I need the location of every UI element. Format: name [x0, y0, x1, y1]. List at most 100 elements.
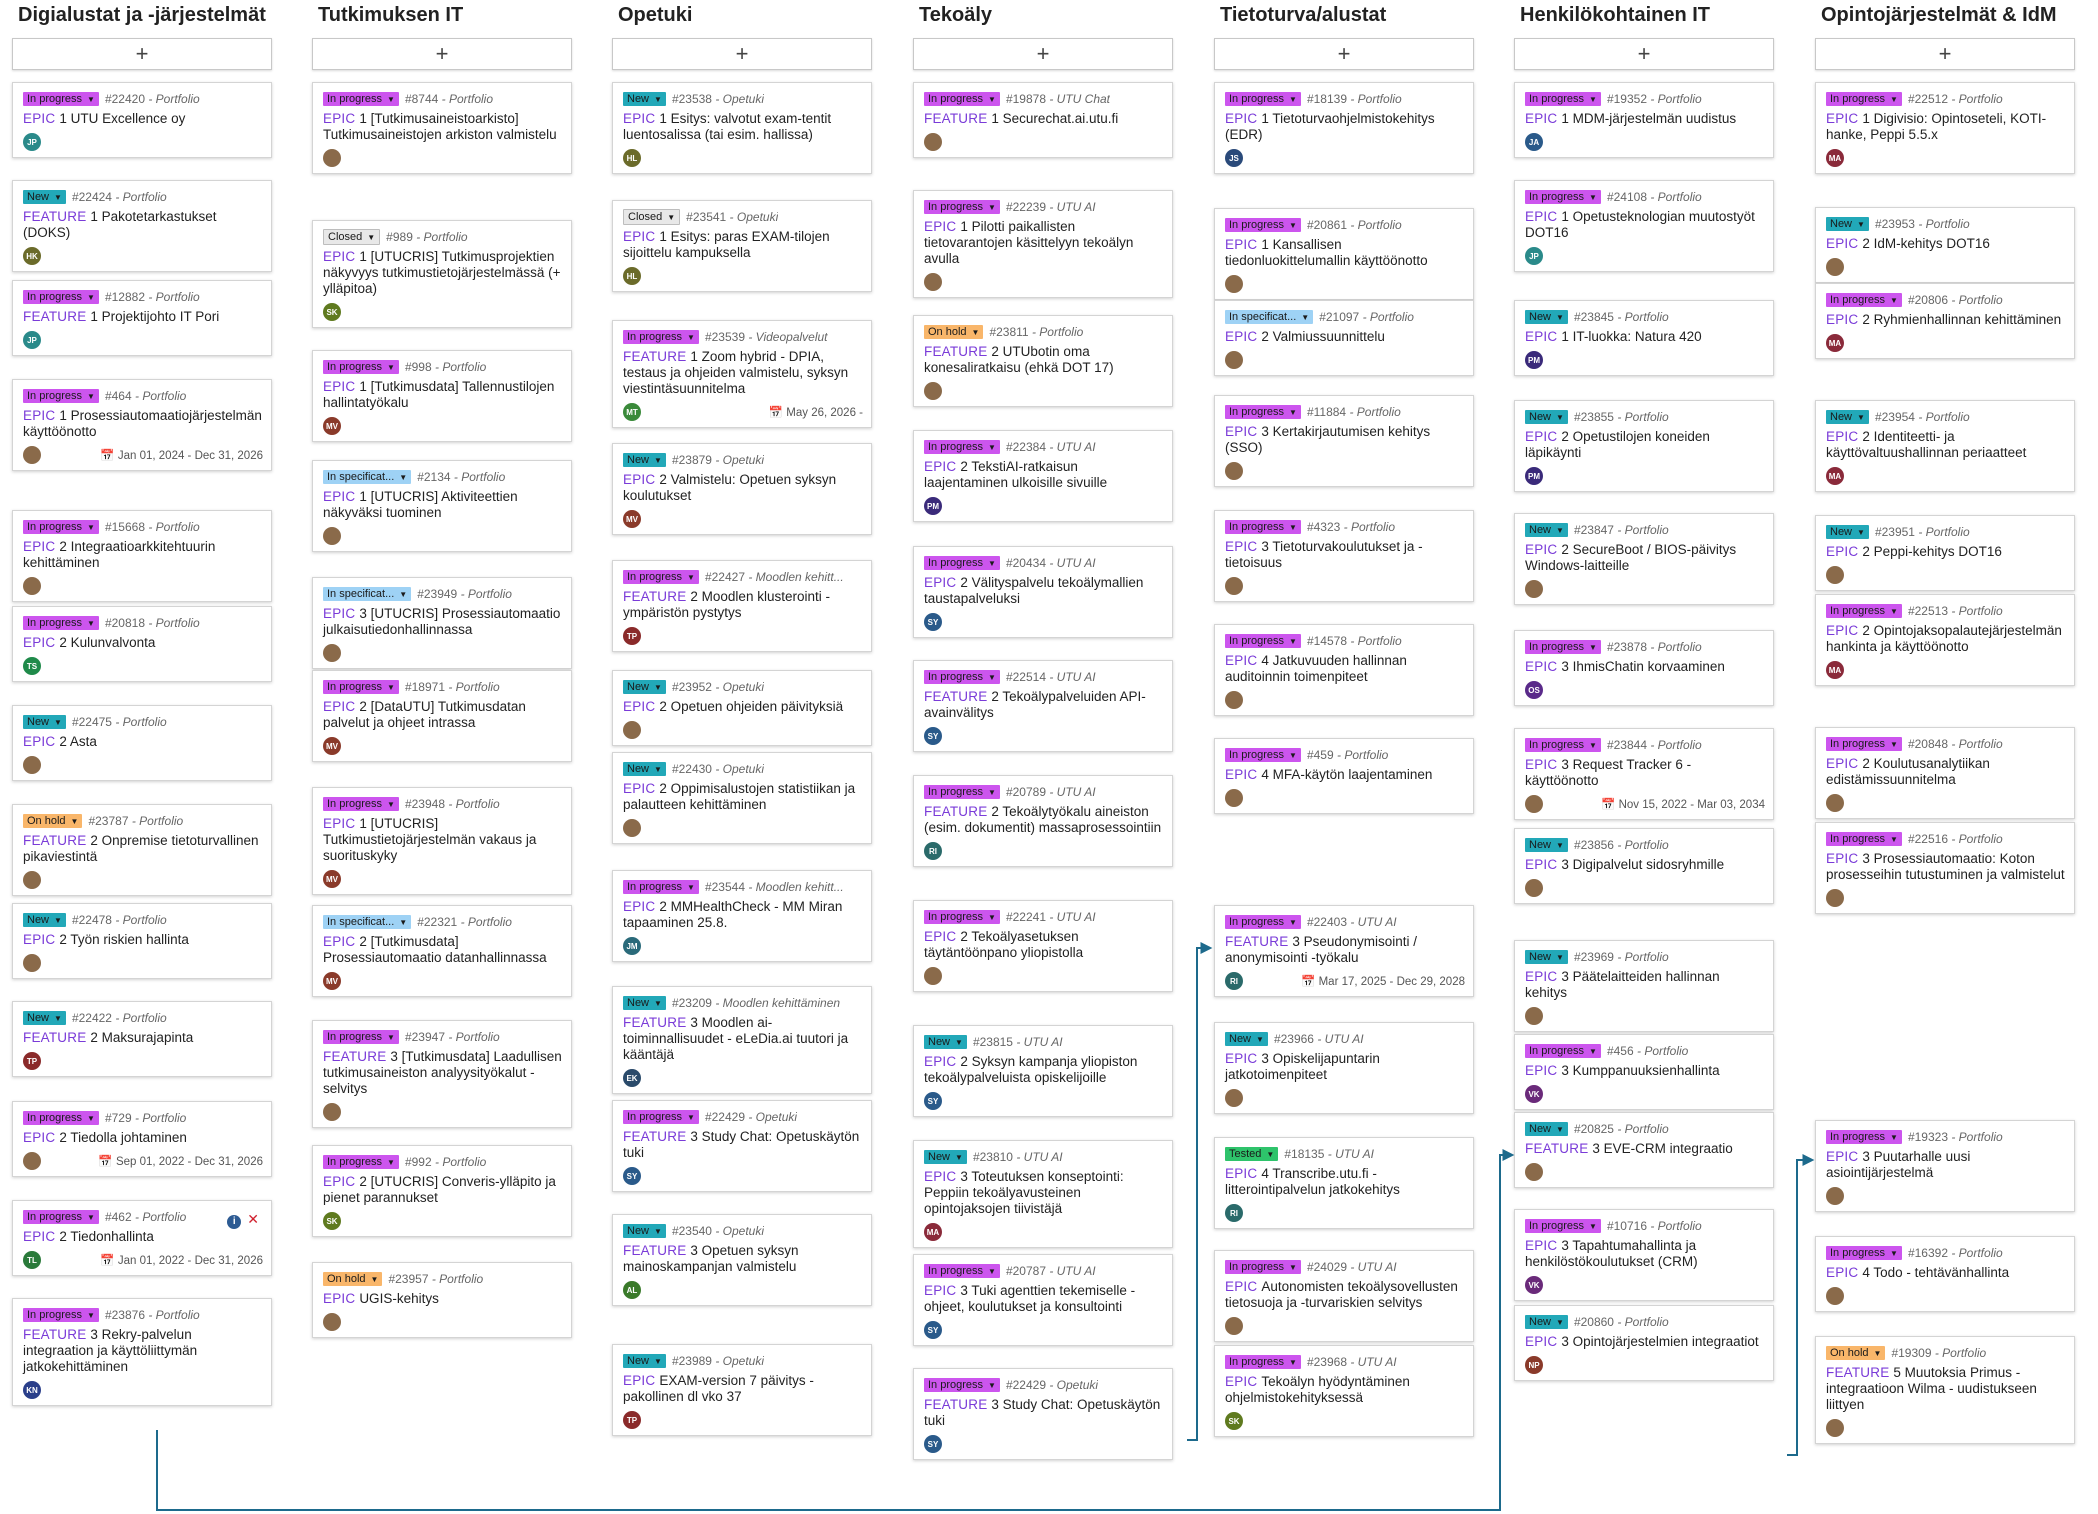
card-title[interactable]: EPIC Tekoälyn hyödyntäminen ohjelmistokeh… — [1225, 1374, 1465, 1406]
status-dropdown[interactable]: New ▼ — [1826, 217, 1869, 231]
work-item-card[interactable]: New ▼ #22430 - Opetuki EPIC 2 Oppimisalustoj… — [612, 752, 872, 844]
add-item-button[interactable]: + — [612, 38, 872, 70]
card-title[interactable]: EPIC 1 [UTUCRIS] Tutkimusprojektien näkyv… — [323, 249, 563, 297]
card-title[interactable]: EPIC 2 Välityspalvelu tekoälymallien taus… — [924, 575, 1164, 607]
card-title[interactable]: EPIC 3 Tietoturvakoulutukset ja -tietoisu… — [1225, 539, 1465, 571]
avatar[interactable]: MV — [323, 417, 341, 435]
work-item-card[interactable]: In progress ▼ #998 - Portfolio EPIC 1 [Tutki… — [312, 350, 572, 442]
avatar[interactable]: PM — [924, 497, 942, 515]
status-dropdown[interactable]: On hold ▼ — [924, 325, 984, 339]
work-item-card[interactable]: In progress ▼ #22241 - UTU AI EPIC 2 Tekoäly… — [913, 900, 1173, 992]
avatar[interactable]: SY — [924, 1321, 942, 1339]
card-title[interactable]: EPIC 2 Integraatioarkkitehtuurin kehittäm… — [23, 539, 263, 571]
work-item-card[interactable]: In progress ▼ #12882 - Portfolio FEATURE 1 P… — [12, 280, 272, 356]
work-item-card[interactable]: New ▼ #23810 - UTU AI EPIC 3 Toteutuksen kon… — [913, 1140, 1173, 1248]
avatar[interactable] — [1826, 1419, 1844, 1437]
status-dropdown[interactable]: In progress ▼ — [1225, 748, 1301, 762]
avatar[interactable]: PM — [1525, 351, 1543, 369]
status-dropdown[interactable]: In progress ▼ — [1826, 604, 1902, 618]
work-item-card[interactable]: New ▼ #23954 - Portfolio EPIC 2 Identiteetti… — [1815, 400, 2075, 492]
avatar[interactable]: PM — [1525, 467, 1543, 485]
card-title[interactable]: EPIC 1 [UTUCRIS] Tutkimustietojärjestelmä… — [323, 816, 563, 864]
status-dropdown[interactable]: New ▼ — [623, 996, 666, 1010]
avatar[interactable] — [924, 382, 942, 400]
card-title[interactable]: EPIC 1 Tietoturvaohjelmistokehitys (EDR) — [1225, 111, 1465, 143]
status-dropdown[interactable]: New ▼ — [623, 1354, 666, 1368]
work-item-card[interactable]: In progress ▼ #24029 - UTU AI EPIC Autonomis… — [1214, 1250, 1474, 1342]
work-item-card[interactable]: New ▼ #23856 - Portfolio EPIC 3 Digipalvelut… — [1514, 828, 1774, 904]
card-title[interactable]: EPIC 3 Toteutuksen konseptointi: Peppiin … — [924, 1169, 1164, 1217]
card-title[interactable]: EPIC 1 MDM-järjestelmän uudistus — [1525, 111, 1765, 127]
card-title[interactable]: FEATURE 2 Moodlen klusterointi - ympärist… — [623, 589, 863, 621]
status-dropdown[interactable]: In progress ▼ — [1225, 915, 1301, 929]
card-title[interactable]: EPIC 2 Peppi-kehitys DOT16 — [1826, 544, 2066, 560]
avatar[interactable] — [1225, 275, 1243, 293]
work-item-card[interactable]: In progress ▼ #22403 - UTU AI FEATURE 3 Pseu… — [1214, 905, 1474, 997]
work-item-card[interactable]: In specificat... ▼ #21097 - Portfolio EPIC 2… — [1214, 300, 1474, 376]
avatar[interactable]: SY — [623, 1167, 641, 1185]
work-item-card[interactable]: In progress ▼ #22429 - Opetuki FEATURE 3 Stu… — [612, 1100, 872, 1192]
card-title[interactable]: EPIC 3 Opintojärjestelmien integraatiot — [1525, 1334, 1765, 1350]
avatar[interactable]: AL — [623, 1281, 641, 1299]
work-item-card[interactable]: In specificat... ▼ #22321 - Portfolio EPIC 2… — [312, 905, 572, 997]
status-dropdown[interactable]: In progress ▼ — [1225, 1355, 1301, 1369]
avatar[interactable] — [23, 871, 41, 889]
card-title[interactable]: EPIC 1 IT-luokka: Natura 420 — [1525, 329, 1765, 345]
status-dropdown[interactable]: In progress ▼ — [924, 440, 1000, 454]
status-dropdown[interactable]: New ▼ — [623, 92, 666, 106]
status-dropdown[interactable]: New ▼ — [1525, 950, 1568, 964]
avatar[interactable]: JP — [1525, 247, 1543, 265]
work-item-card[interactable]: In progress ▼ #456 - Portfolio EPIC 3 Kumppa… — [1514, 1034, 1774, 1110]
status-dropdown[interactable]: In progress ▼ — [323, 360, 399, 374]
avatar[interactable] — [1826, 1287, 1844, 1305]
avatar[interactable] — [323, 1313, 341, 1331]
avatar[interactable]: TP — [623, 627, 641, 645]
avatar[interactable] — [1225, 351, 1243, 369]
card-title[interactable]: EPIC 2 TekstiAI-ratkaisun laajentaminen u… — [924, 459, 1164, 491]
work-item-card[interactable]: In progress ▼ #24108 - Portfolio EPIC 1 Opet… — [1514, 180, 1774, 272]
avatar[interactable] — [924, 967, 942, 985]
status-dropdown[interactable]: In progress ▼ — [23, 616, 99, 630]
work-item-card[interactable]: New ▼ #23989 - Opetuki EPIC EXAM-version 7 p… — [612, 1344, 872, 1436]
work-item-card[interactable]: New ▼ #23815 - UTU AI EPIC 2 Syksyn kampanja… — [913, 1025, 1173, 1117]
avatar[interactable] — [23, 954, 41, 972]
avatar[interactable] — [623, 721, 641, 739]
card-title[interactable]: EPIC 2 IdM-kehitys DOT16 — [1826, 236, 2066, 252]
avatar[interactable]: MA — [924, 1223, 942, 1241]
card-title[interactable]: EPIC 1 [Tutkimusdata] Tallennustilojen ha… — [323, 379, 563, 411]
status-dropdown[interactable]: In progress ▼ — [1225, 405, 1301, 419]
avatar[interactable] — [1826, 794, 1844, 812]
work-item-card[interactable]: New ▼ #20860 - Portfolio EPIC 3 Opintojärjes… — [1514, 1305, 1774, 1381]
work-item-card[interactable]: New ▼ #23855 - Portfolio EPIC 2 Opetustiloje… — [1514, 400, 1774, 492]
card-title[interactable]: EPIC 2 Valmiussuunnittelu — [1225, 329, 1465, 345]
status-dropdown[interactable]: In progress ▼ — [1525, 640, 1601, 654]
work-item-card[interactable]: Tested ▼ #18135 - UTU AI EPIC 4 Transcribe.u… — [1214, 1137, 1474, 1229]
status-dropdown[interactable]: In progress ▼ — [924, 670, 1000, 684]
work-item-card[interactable]: New ▼ #23845 - Portfolio EPIC 1 IT-luokka: N… — [1514, 300, 1774, 376]
avatar[interactable]: TS — [23, 657, 41, 675]
card-title[interactable]: EPIC Autonomisten tekoälysovellusten tiet… — [1225, 1279, 1465, 1311]
card-title[interactable]: EPIC 2 [DataUTU] Tutkimusdatan palvelut j… — [323, 699, 563, 731]
work-item-card[interactable]: New ▼ #22422 - Portfolio FEATURE 2 Maksuraja… — [12, 1001, 272, 1077]
status-dropdown[interactable]: Closed ▼ — [623, 209, 681, 225]
avatar[interactable] — [23, 756, 41, 774]
avatar[interactable]: MA — [1826, 661, 1844, 679]
work-item-card[interactable]: In progress ▼ #23544 - Moodlen kehitt... EP… — [612, 870, 872, 962]
work-item-card[interactable]: In progress ▼ #992 - Portfolio EPIC 2 [UTUCR… — [312, 1145, 572, 1237]
work-item-card[interactable]: In progress ▼ #16392 - Portfolio EPIC 4 Todo… — [1815, 1236, 2075, 1312]
status-dropdown[interactable]: New ▼ — [1826, 410, 1869, 424]
work-item-card[interactable]: In progress ▼ #23968 - UTU AI EPIC Tekoälyn … — [1214, 1345, 1474, 1437]
status-dropdown[interactable]: New ▼ — [1826, 525, 1869, 539]
work-item-card[interactable]: Closed ▼ #23541 - Opetuki EPIC 1 Esitys: par… — [612, 200, 872, 292]
avatar[interactable] — [1525, 580, 1543, 598]
card-title[interactable]: EPIC 2 Opetustilojen koneiden läpikäynti — [1525, 429, 1765, 461]
status-dropdown[interactable]: In specificat... ▼ — [323, 470, 412, 484]
card-title[interactable]: EPIC 1 Pilotti paikallisten tietovarantoj… — [924, 219, 1164, 267]
work-item-card[interactable]: On hold ▼ #23957 - Portfolio EPIC UGIS-kehit… — [312, 1262, 572, 1338]
avatar[interactable]: JP — [23, 133, 41, 151]
avatar[interactable]: MA — [1826, 467, 1844, 485]
work-item-card[interactable]: In progress ▼ #20787 - UTU AI EPIC 3 Tuki ag… — [913, 1254, 1173, 1346]
avatar[interactable] — [1225, 577, 1243, 595]
status-dropdown[interactable]: In progress ▼ — [1525, 1044, 1601, 1058]
work-item-card[interactable]: In progress ▼ #19323 - Portfolio EPIC 3 Puut… — [1815, 1120, 2075, 1212]
